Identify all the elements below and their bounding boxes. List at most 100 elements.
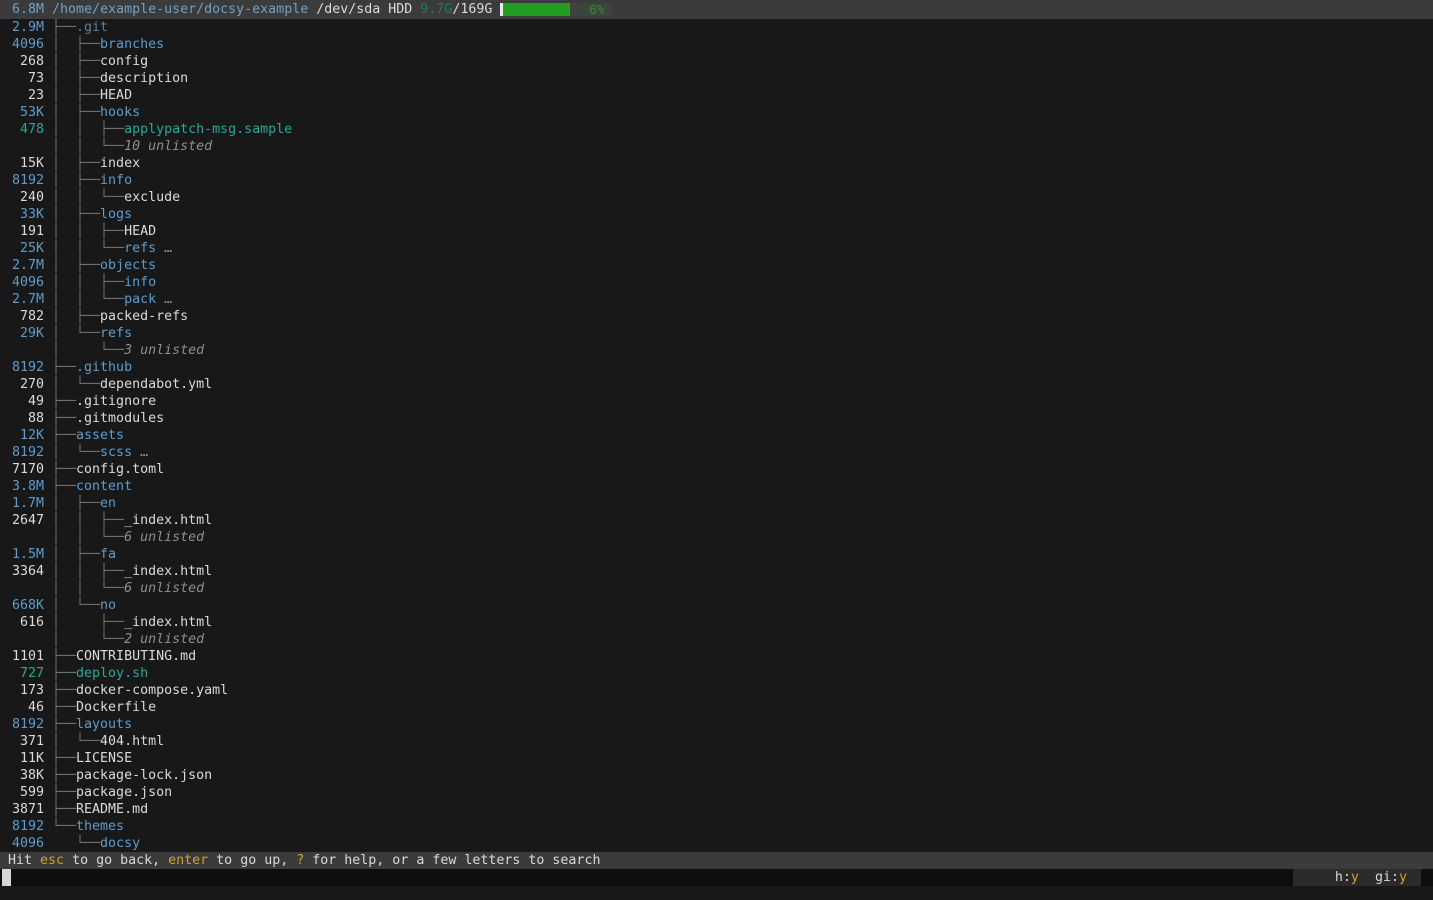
entry-name: deploy.sh bbox=[76, 666, 148, 681]
search-input[interactable]: h:y gi:y bbox=[0, 869, 1433, 886]
entry-name: .gitignore bbox=[76, 394, 156, 409]
tree-branch-lines: │ └── bbox=[44, 377, 100, 392]
tree-branch-lines: ├── bbox=[44, 428, 76, 443]
tree-branch-lines: │ └── bbox=[44, 734, 100, 749]
tree-row[interactable]: │ └──2 unlisted bbox=[4, 631, 1433, 648]
tree-row[interactable]: 1.7M │ ├──en bbox=[4, 495, 1433, 512]
tree-row[interactable]: 25K │ │ └──refs … bbox=[4, 240, 1433, 257]
tree-row[interactable]: 1.5M │ ├──fa bbox=[4, 546, 1433, 563]
tree-row[interactable]: 7170 ├──config.toml bbox=[4, 461, 1433, 478]
tree-row[interactable]: 8192 ├──.github bbox=[4, 359, 1433, 376]
entry-name: 10 unlisted bbox=[124, 139, 212, 154]
broot-terminal: 6.8M /home/example-user/docsy-example /d… bbox=[0, 0, 1433, 900]
entry-name: refs bbox=[124, 241, 156, 256]
entry-size: 3364 bbox=[4, 563, 44, 580]
tree-row[interactable]: 4096 └──docsy bbox=[4, 835, 1433, 852]
entry-name: index bbox=[100, 156, 140, 171]
tree-row[interactable]: 668K │ └──no bbox=[4, 597, 1433, 614]
disk-type-label: HDD bbox=[388, 2, 412, 17]
tree-branch-lines: ├── bbox=[44, 802, 76, 817]
tree-row[interactable]: 2.7M │ │ └──pack … bbox=[4, 291, 1433, 308]
tree-branch-lines: ├── bbox=[44, 394, 76, 409]
tree-row[interactable]: 23 │ ├──HEAD bbox=[4, 87, 1433, 104]
tree-row[interactable]: 73 │ ├──description bbox=[4, 70, 1433, 87]
tree-row[interactable]: 191 │ │ ├──HEAD bbox=[4, 223, 1433, 240]
entry-name: 2 unlisted bbox=[124, 632, 204, 647]
entry-name: .git bbox=[76, 20, 108, 35]
tree-branch-lines: │ │ └── bbox=[44, 190, 124, 205]
tree-row[interactable]: 371 │ └──404.html bbox=[4, 733, 1433, 750]
tree-row[interactable]: 599 ├──package.json bbox=[4, 784, 1433, 801]
tree-branch-lines: ├── bbox=[44, 751, 76, 766]
tree-branch-lines: ├── bbox=[44, 683, 76, 698]
flag-value: y bbox=[1351, 870, 1359, 885]
tree-row[interactable]: 727 ├──deploy.sh bbox=[4, 665, 1433, 682]
tree-row[interactable]: 49 ├──.gitignore bbox=[4, 393, 1433, 410]
tree-row[interactable]: 8192 │ └──scss … bbox=[4, 444, 1433, 461]
entry-size: 4096 bbox=[4, 274, 44, 291]
tree-branch-lines: │ ├── bbox=[44, 156, 100, 171]
entry-size: 478 bbox=[4, 121, 44, 138]
entry-size: 29K bbox=[4, 325, 44, 342]
tree-branch-lines: │ │ └── bbox=[44, 530, 124, 545]
entry-name: branches bbox=[100, 37, 164, 52]
entry-name: package-lock.json bbox=[76, 768, 212, 783]
tree-row[interactable]: 268 │ ├──config bbox=[4, 53, 1433, 70]
tree-row[interactable]: 8192 ├──layouts bbox=[4, 716, 1433, 733]
tree-row[interactable]: 12K ├──assets bbox=[4, 427, 1433, 444]
tree-row[interactable]: │ │ └──10 unlisted bbox=[4, 138, 1433, 155]
tree-row[interactable]: 2.7M │ ├──objects bbox=[4, 257, 1433, 274]
tree-row[interactable]: 478 │ │ ├──applypatch-msg.sample bbox=[4, 121, 1433, 138]
tree-row[interactable]: 29K │ └──refs bbox=[4, 325, 1433, 342]
tree-row[interactable]: 3871 ├──README.md bbox=[4, 801, 1433, 818]
tree-row[interactable]: 240 │ │ └──exclude bbox=[4, 189, 1433, 206]
disk-capacity: /169G bbox=[452, 2, 492, 17]
entry-size: 3871 bbox=[4, 801, 44, 818]
entry-name: dependabot.yml bbox=[100, 377, 212, 392]
entry-size: 782 bbox=[4, 308, 44, 325]
hint-text: for help, or a few letters to search bbox=[304, 853, 600, 868]
entry-size: 8192 bbox=[4, 359, 44, 376]
tree-branch-lines: │ │ ├── bbox=[44, 513, 124, 528]
entry-name: package.json bbox=[76, 785, 172, 800]
tree-row[interactable]: 15K │ ├──index bbox=[4, 155, 1433, 172]
tree-row[interactable]: 4096 │ ├──branches bbox=[4, 36, 1433, 53]
entry-size: 727 bbox=[4, 665, 44, 682]
entry-size: 1101 bbox=[4, 648, 44, 665]
tree-row[interactable]: 53K │ ├──hooks bbox=[4, 104, 1433, 121]
entry-size: 371 bbox=[4, 733, 44, 750]
tree-row[interactable]: 2647 │ │ ├──_index.html bbox=[4, 512, 1433, 529]
tree-row[interactable]: 4096 │ │ ├──info bbox=[4, 274, 1433, 291]
tree-row[interactable]: 88 ├──.gitmodules bbox=[4, 410, 1433, 427]
tree-row[interactable]: 3.8M ├──content bbox=[4, 478, 1433, 495]
tree-row[interactable]: │ │ └──6 unlisted bbox=[4, 529, 1433, 546]
tree-row[interactable]: 1101 ├──CONTRIBUTING.md bbox=[4, 648, 1433, 665]
tree-branch-lines: │ │ └── bbox=[44, 241, 124, 256]
entry-name: description bbox=[100, 71, 188, 86]
entry-size: 599 bbox=[4, 784, 44, 801]
tree-row[interactable]: 616 │ ├──_index.html bbox=[4, 614, 1433, 631]
tree-row[interactable]: 46 ├──Dockerfile bbox=[4, 699, 1433, 716]
tree-row[interactable]: 38K ├──package-lock.json bbox=[4, 767, 1433, 784]
status-hint-bar: Hit esc to go back, enter to go up, ? fo… bbox=[0, 852, 1433, 869]
tree-branch-lines: ├── bbox=[44, 479, 76, 494]
entry-size: 23 bbox=[4, 87, 44, 104]
entry-size: 2.7M bbox=[4, 291, 44, 308]
tree-branch-lines: │ │ ├── bbox=[44, 224, 124, 239]
tree-row[interactable]: 33K │ ├──logs bbox=[4, 206, 1433, 223]
tree-row[interactable]: 270 │ └──dependabot.yml bbox=[4, 376, 1433, 393]
tree-row[interactable]: 2.9M ├──.git bbox=[4, 19, 1433, 36]
hint-text: to go up, bbox=[208, 853, 296, 868]
tree-row[interactable]: 3364 │ │ ├──_index.html bbox=[4, 563, 1433, 580]
breadcrumb[interactable]: /home/example-user/docsy-example bbox=[52, 2, 308, 17]
tree-row[interactable]: │ └──3 unlisted bbox=[4, 342, 1433, 359]
tree-row[interactable]: 8192 └──themes bbox=[4, 818, 1433, 835]
tree-branch-lines: │ ├── bbox=[44, 615, 124, 630]
tree-row[interactable]: 173 ├──docker-compose.yaml bbox=[4, 682, 1433, 699]
tree-row[interactable]: 8192 │ ├──info bbox=[4, 172, 1433, 189]
tree-row[interactable]: 11K ├──LICENSE bbox=[4, 750, 1433, 767]
tree-row[interactable]: │ │ └──6 unlisted bbox=[4, 580, 1433, 597]
entry-name: 6 unlisted bbox=[124, 581, 204, 596]
tree-row[interactable]: 782 │ ├──packed-refs bbox=[4, 308, 1433, 325]
hint-text: to go back, bbox=[64, 853, 168, 868]
